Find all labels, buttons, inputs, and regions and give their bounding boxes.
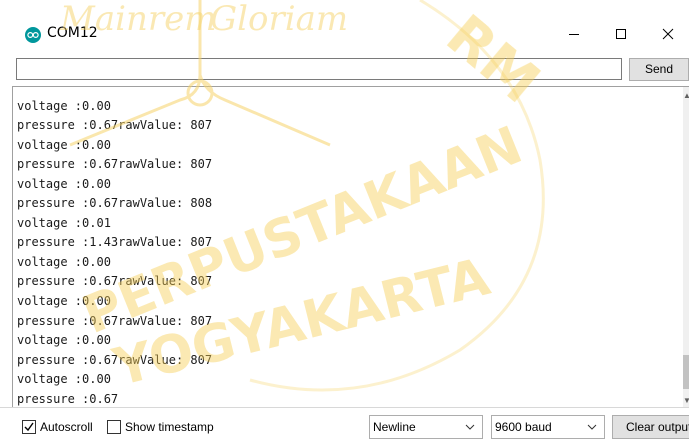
autoscroll-check-box[interactable]	[22, 420, 36, 434]
scroll-thumb[interactable]	[683, 355, 689, 389]
minimize-icon	[569, 34, 579, 35]
show-timestamp-check-box[interactable]	[107, 420, 121, 434]
send-button[interactable]: Send	[629, 58, 689, 81]
log-line: voltage :0.00	[17, 372, 111, 387]
scroll-up-arrow-icon[interactable]: ▲	[683, 91, 689, 100]
scroll-down-arrow-icon[interactable]: ▼	[683, 396, 689, 405]
window-title: COM12	[47, 25, 98, 41]
maximize-icon	[616, 29, 626, 39]
chevron-down-icon	[465, 424, 475, 430]
show-timestamp-checkbox[interactable]: Show timestamp	[107, 418, 214, 436]
log-line: voltage :0.00	[17, 176, 111, 191]
close-icon	[662, 28, 674, 40]
log-line: voltage :0.00	[17, 294, 111, 309]
log-line: voltage :0.00	[17, 137, 111, 152]
log-line: pressure :1.43rawValue: 807	[17, 235, 213, 250]
log-line: voltage :0.01	[17, 215, 111, 230]
line-ending-value: Newline	[373, 420, 416, 434]
log-line: pressure :0.67rawValue: 807	[17, 274, 213, 289]
log-line: pressure :0.67rawValue: 808	[17, 196, 213, 211]
title-bar[interactable]: COM12	[0, 14, 689, 54]
arduino-icon	[25, 27, 41, 43]
log-line: voltage :0.00	[17, 98, 111, 113]
log-line: pressure :0.67	[17, 391, 119, 406]
chevron-down-icon	[587, 424, 597, 430]
clear-output-button[interactable]: Clear output	[612, 415, 689, 439]
log-line: voltage :0.00	[17, 333, 111, 348]
log-line: pressure :0.67rawValue: 807	[17, 157, 213, 172]
log-line: voltage :0.00	[17, 254, 111, 269]
show-timestamp-label: Show timestamp	[125, 420, 214, 434]
close-button[interactable]	[645, 14, 689, 54]
serial-monitor-window: COM12 Send voltage :0.00 pressure :0.67ra…	[0, 0, 689, 446]
minimize-button[interactable]	[551, 14, 597, 54]
log-line-clipped	[17, 87, 678, 97]
baud-rate-select[interactable]: 9600 baud	[491, 415, 605, 439]
maximize-button[interactable]	[598, 14, 644, 54]
log-line: pressure :0.67rawValue: 807	[17, 118, 213, 133]
baud-rate-value: 9600 baud	[495, 420, 552, 434]
log-line: pressure :0.67rawValue: 807	[17, 352, 213, 367]
serial-output[interactable]: voltage :0.00 pressure :0.67rawValue: 807…	[12, 86, 689, 407]
autoscroll-label: Autoscroll	[40, 420, 93, 434]
checkmark-icon	[24, 422, 34, 432]
output-log: voltage :0.00 pressure :0.67rawValue: 807…	[17, 87, 678, 407]
send-row: Send	[0, 54, 689, 88]
send-input[interactable]	[16, 58, 622, 80]
vertical-scrollbar[interactable]: ▲ ▼	[683, 87, 689, 407]
log-line: pressure :0.67rawValue: 807	[17, 313, 213, 328]
autoscroll-checkbox[interactable]: Autoscroll	[22, 418, 93, 436]
bottom-bar: Autoscroll Show timestamp Newline 9600 b…	[0, 407, 689, 446]
line-ending-select[interactable]: Newline	[369, 415, 483, 439]
